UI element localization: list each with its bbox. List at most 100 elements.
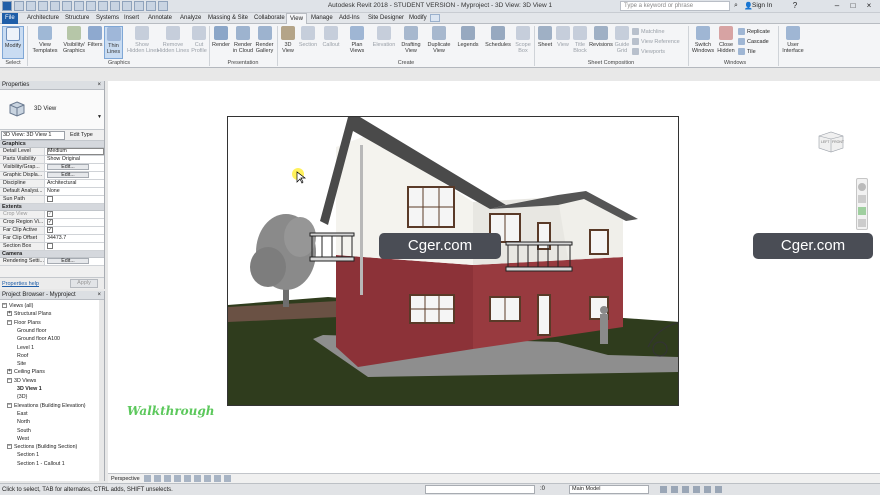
apply-button[interactable]: Apply xyxy=(70,279,98,288)
maximize-button[interactable]: □ xyxy=(848,1,858,11)
design-option-selector[interactable]: Main Model xyxy=(569,485,649,494)
collapse-icon[interactable]: − xyxy=(2,303,7,309)
tab-analyze[interactable]: Analyze xyxy=(177,13,204,24)
filters-button[interactable]: Filters xyxy=(87,26,103,48)
property-group-header[interactable]: Camera xyxy=(0,251,104,258)
view-templates-button[interactable]: View Templates xyxy=(30,26,60,54)
shadows-icon[interactable] xyxy=(164,475,171,482)
view-crop-region[interactable] xyxy=(227,116,679,406)
tree-item[interactable]: Ground floor A100 xyxy=(17,336,60,343)
checkbox-unchecked[interactable] xyxy=(47,243,53,249)
property-value[interactable]: ✓ xyxy=(45,227,104,234)
checkbox-checked[interactable]: ✓ xyxy=(47,219,53,225)
checkbox-unchecked[interactable] xyxy=(47,196,53,202)
close-button[interactable]: × xyxy=(864,1,874,11)
expand-icon[interactable]: + xyxy=(7,311,12,317)
checkbox-checked[interactable]: ✓ xyxy=(47,211,53,217)
thin-lines-button[interactable]: Thin Lines xyxy=(104,26,123,59)
tree-item[interactable]: 3D View 1 xyxy=(17,386,42,393)
edit-type-button[interactable]: Edit Type xyxy=(70,132,93,138)
collapse-icon[interactable]: − xyxy=(7,402,12,408)
filter-icon[interactable] xyxy=(715,486,722,493)
properties-help-link[interactable]: Properties help xyxy=(2,281,39,287)
property-value[interactable]: 34473.7 xyxy=(45,235,104,242)
walk-icon[interactable] xyxy=(858,207,866,215)
property-value[interactable]: ✓ xyxy=(45,219,104,226)
property-value[interactable]: Edit... xyxy=(45,164,104,171)
view-reference-button[interactable]: View Reference xyxy=(632,38,680,45)
render-gallery-button[interactable]: Render Gallery xyxy=(254,26,275,54)
drafting-view-button[interactable]: Drafting View xyxy=(400,26,422,54)
tab-annotate[interactable]: Annotate xyxy=(145,13,175,24)
scope-box-button[interactable]: Scope Box xyxy=(514,26,532,54)
reveal-hidden-icon[interactable] xyxy=(224,475,231,482)
render-icon[interactable] xyxy=(174,475,181,482)
property-value[interactable]: Medium xyxy=(45,148,104,155)
checkbox-checked[interactable]: ✓ xyxy=(47,227,53,233)
duplicate-view-button[interactable]: Duplicate View xyxy=(426,26,452,54)
tree-item[interactable]: South xyxy=(17,428,31,435)
revisions-button[interactable]: Revisions xyxy=(588,26,614,48)
3d-view-button[interactable]: 3D View xyxy=(280,26,296,54)
select-pinned-icon[interactable] xyxy=(682,486,689,493)
callout-button[interactable]: Callout xyxy=(320,26,342,48)
show-crop-icon[interactable] xyxy=(194,475,201,482)
viewcube-left-label[interactable]: LEFT xyxy=(821,140,830,144)
modify-button[interactable]: Modify xyxy=(2,26,24,59)
tab-site-designer[interactable]: Site Designer xyxy=(365,13,407,24)
search-icon[interactable]: ⌕ xyxy=(734,2,738,10)
tree-item[interactable]: + Ceiling Plans xyxy=(7,369,45,376)
tree-item[interactable]: Section 1 xyxy=(17,452,39,459)
tab-architecture[interactable]: Architecture xyxy=(24,13,62,24)
ribbon-toggle-icon[interactable] xyxy=(430,14,440,22)
expand-icon[interactable]: + xyxy=(7,369,12,375)
tree-item[interactable]: Section 1 - Callout 1 xyxy=(17,461,65,468)
schedules-button[interactable]: Schedules xyxy=(484,26,512,48)
search-input[interactable]: Type a keyword or phrase xyxy=(620,1,730,11)
matchline-button[interactable]: Matchline xyxy=(632,28,665,35)
property-value[interactable] xyxy=(45,196,104,203)
tab-systems[interactable]: Systems xyxy=(93,13,122,24)
tree-item[interactable]: − Views (all) xyxy=(2,303,33,310)
viewcube-front-label[interactable]: FRONT xyxy=(832,140,845,144)
instance-dropdown[interactable]: 3D View: 3D View 1 xyxy=(1,131,65,140)
legends-button[interactable]: Legends xyxy=(456,26,480,48)
tree-item[interactable]: North xyxy=(17,419,30,426)
orbit-icon[interactable] xyxy=(858,219,866,227)
render-in-cloud-button[interactable]: Render in Cloud xyxy=(232,26,254,54)
chevron-down-icon[interactable]: ▼ xyxy=(97,114,102,120)
property-value[interactable]: ✓ xyxy=(45,211,104,218)
guide-grid-button[interactable]: Guide Grid xyxy=(614,26,630,54)
sheet-button[interactable]: Sheet xyxy=(536,26,554,48)
viewcube[interactable]: LEFT FRONT xyxy=(815,128,845,154)
user-interface-button[interactable]: User Interface xyxy=(780,26,806,54)
close-hidden-button[interactable]: Close Hidden xyxy=(716,26,736,54)
tab-collaborate[interactable]: Collaborate xyxy=(251,13,288,24)
property-value[interactable]: Edit... xyxy=(45,258,104,265)
collapse-icon[interactable]: − xyxy=(7,319,12,325)
tree-item[interactable]: East xyxy=(17,411,28,418)
tab-file[interactable]: File xyxy=(2,13,18,24)
tree-item[interactable]: − Elevations (Building Elevation) xyxy=(7,402,86,410)
minimize-button[interactable]: – xyxy=(832,1,842,11)
replicate-button[interactable]: Replicate xyxy=(738,28,770,35)
property-group-header[interactable]: Graphics xyxy=(0,141,104,148)
tree-item[interactable]: − Floor Plans xyxy=(7,319,41,327)
tree-item[interactable]: Ground floor xyxy=(17,328,46,335)
collapse-icon[interactable]: − xyxy=(7,377,12,383)
tab-manage[interactable]: Manage xyxy=(308,13,336,24)
select-underlay-icon[interactable] xyxy=(671,486,678,493)
property-value[interactable] xyxy=(45,243,104,250)
visibility-graphics-button[interactable]: Visibility/ Graphics xyxy=(60,26,88,54)
sign-in-button[interactable]: Sign In xyxy=(752,2,772,9)
tree-item[interactable]: −3D Views xyxy=(7,377,36,385)
tab-massing[interactable]: Massing & Site xyxy=(205,13,251,24)
drag-elements-icon[interactable] xyxy=(704,486,711,493)
type-selector[interactable]: 3D View ▼ xyxy=(0,90,104,130)
steering-wheel-icon[interactable] xyxy=(858,183,866,191)
title-block-button[interactable]: Title Block xyxy=(572,26,588,54)
tree-item[interactable]: West xyxy=(17,436,29,443)
property-value[interactable]: Show Original xyxy=(45,156,104,163)
property-value[interactable]: None xyxy=(45,188,104,195)
elevation-button[interactable]: Elevation xyxy=(370,26,398,48)
